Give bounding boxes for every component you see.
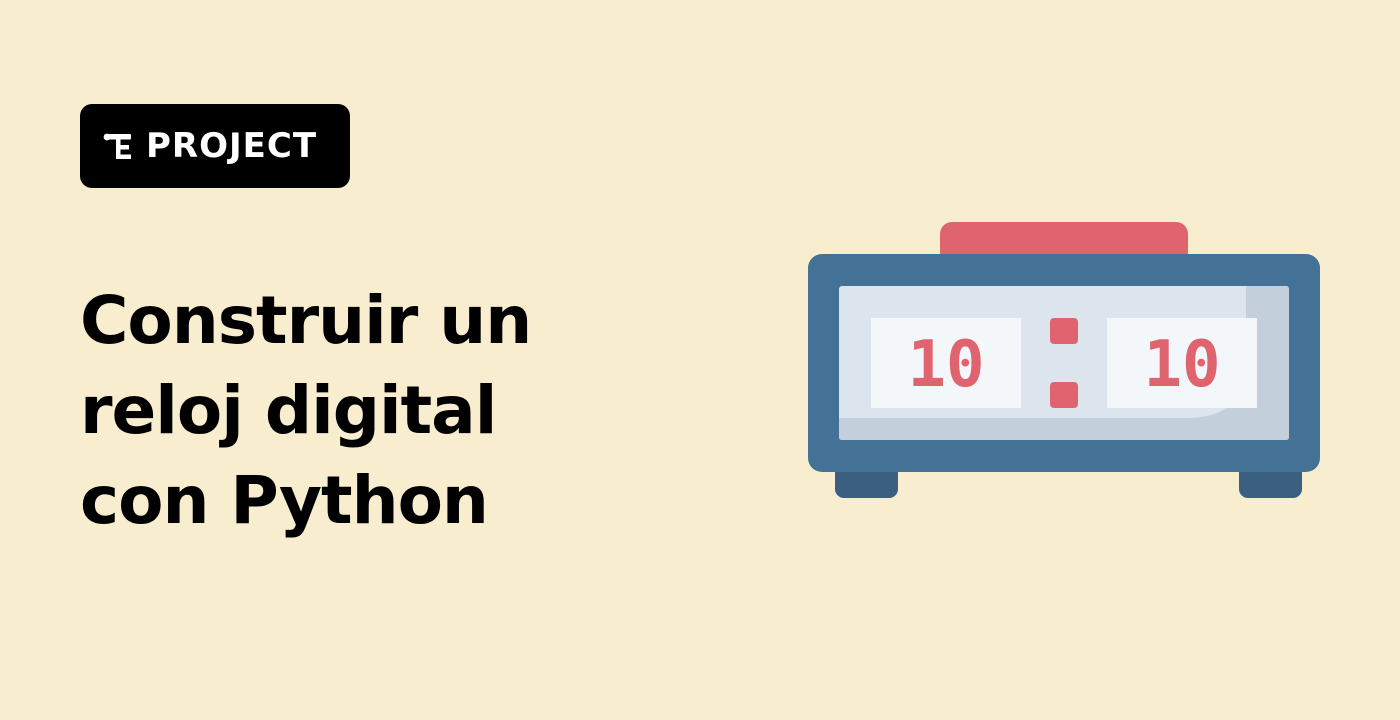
alarm-clock-icon: 10 10 xyxy=(808,222,1320,498)
clock-minutes: 10 xyxy=(1143,328,1220,402)
colon-top-shape xyxy=(1050,318,1078,344)
title-line-2: reloj digital xyxy=(80,372,497,449)
title-line-1: Construir un xyxy=(80,282,532,359)
badge-label: PROJECT xyxy=(146,126,318,166)
project-badge: PROJECT xyxy=(80,104,350,188)
clock-hours: 10 xyxy=(907,328,984,402)
project-tree-icon xyxy=(103,133,131,159)
colon-bottom-shape xyxy=(1050,382,1078,408)
page-title: Construir un reloj digital con Python xyxy=(80,276,680,546)
alarm-clock-illustration: 10 10 xyxy=(806,220,1322,500)
title-line-3: con Python xyxy=(80,462,489,539)
